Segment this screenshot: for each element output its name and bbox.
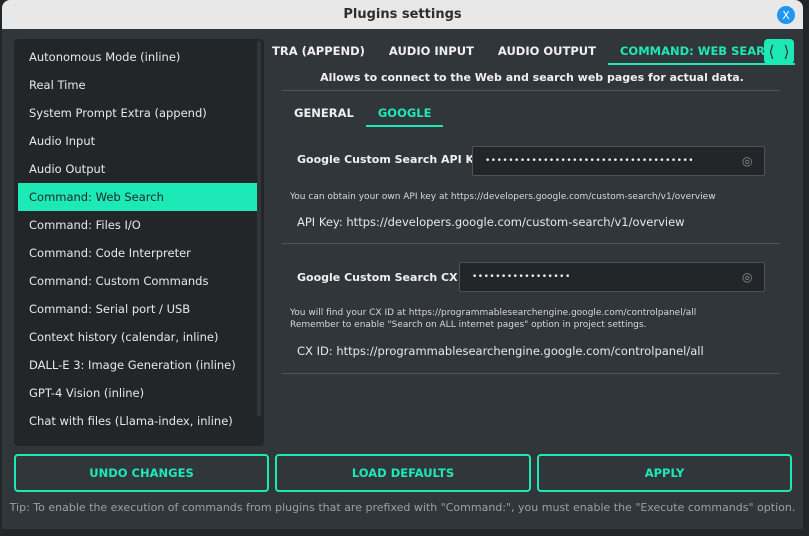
sidebar-item[interactable]: Real Time <box>18 71 257 99</box>
sidebar-item[interactable]: Audio Output <box>18 155 257 183</box>
sidebar-item[interactable]: Command: Serial port / USB <box>18 295 257 323</box>
cx-id-label: Google Custom Search CX ID <box>297 271 475 284</box>
api-key-link[interactable]: API Key: https://developers.google.com/c… <box>297 215 685 229</box>
sidebar-item[interactable]: Command: Web Search <box>18 183 257 211</box>
sidebar-item[interactable]: Command: Files I/O <box>18 211 257 239</box>
eye-icon[interactable]: ◎ <box>742 270 756 284</box>
eye-icon[interactable]: ◎ <box>742 154 756 168</box>
sidebar-item[interactable]: Command: Custom Commands <box>18 267 257 295</box>
api-key-value: •••••••••••••••••••••••••••••••••••• <box>485 156 695 166</box>
dialog-title: Plugins settings <box>343 7 462 22</box>
tip-text: Tip: To enable the execution of commands… <box>9 501 796 514</box>
sidebar-item[interactable]: Autonomous Mode (inline) <box>18 43 257 71</box>
sidebar-item[interactable]: Chat with files (Llama-index, inline) <box>18 407 257 435</box>
plugin-list: Autonomous Mode (inline) Real Time System … <box>14 39 264 446</box>
api-key-hint: You can obtain your own API key at https… <box>290 192 716 202</box>
apply-button[interactable]: APPLY <box>537 454 792 492</box>
tab-audio-output[interactable]: AUDIO OUTPUT <box>486 37 608 65</box>
api-key-label: Google Custom Search API KEY <box>297 153 490 166</box>
api-key-input[interactable]: •••••••••••••••••••••••••••••••••••• ◎ <box>472 146 765 176</box>
subtab-google[interactable]: GOOGLE <box>365 101 444 127</box>
sidebar-item[interactable]: Audio Input <box>18 127 257 155</box>
divider <box>282 243 780 244</box>
undo-changes-button[interactable]: UNDO CHANGES <box>14 454 269 492</box>
chevron-right-icon[interactable]: ⟩ <box>783 42 789 61</box>
tab-system-prompt-extra[interactable]: TRA (APPEND) <box>268 37 377 65</box>
tab-scroll-buttons: ⟨ ⟩ <box>764 39 794 64</box>
load-defaults-button[interactable]: LOAD DEFAULTS <box>275 454 531 492</box>
divider <box>282 373 780 374</box>
tab-audio-input[interactable]: AUDIO INPUT <box>377 37 486 65</box>
sidebar-item[interactable]: Command: Code Interpreter <box>18 239 257 267</box>
scrollbar[interactable] <box>257 41 261 416</box>
sidebar-item[interactable]: GPT-4 Vision (inline) <box>18 379 257 407</box>
divider <box>282 90 780 91</box>
sidebar-item[interactable]: System Prompt Extra (append) <box>18 99 257 127</box>
plugin-tabs: TRA (APPEND) AUDIO INPUT AUDIO OUTPUT CO… <box>268 37 795 65</box>
cx-id-hint-2: Remember to enable "Search on ALL intern… <box>290 320 647 330</box>
cx-id-link[interactable]: CX ID: https://programmablesearchengine.… <box>297 344 704 358</box>
sidebar-item[interactable]: Context history (calendar, inline) <box>18 323 257 351</box>
plugin-description: Allows to connect to the Web and search … <box>320 71 744 84</box>
cx-id-value: ••••••••••••••••• <box>472 272 571 282</box>
plugins-settings-dialog: Plugins settings X Autonomous Mode (inli… <box>2 0 803 529</box>
close-button[interactable]: X <box>777 6 795 24</box>
cx-id-input[interactable]: ••••••••••••••••• ◎ <box>459 262 765 292</box>
sidebar-item[interactable]: DALL-E 3: Image Generation (inline) <box>18 351 257 379</box>
cx-id-hint: You will find your CX ID at https://prog… <box>290 308 697 318</box>
subtab-general[interactable]: GENERAL <box>282 101 366 127</box>
title-bar: Plugins settings X <box>2 0 803 29</box>
sub-tabs: GENERAL GOOGLE <box>282 101 444 127</box>
chevron-left-icon[interactable]: ⟨ <box>768 42 774 61</box>
